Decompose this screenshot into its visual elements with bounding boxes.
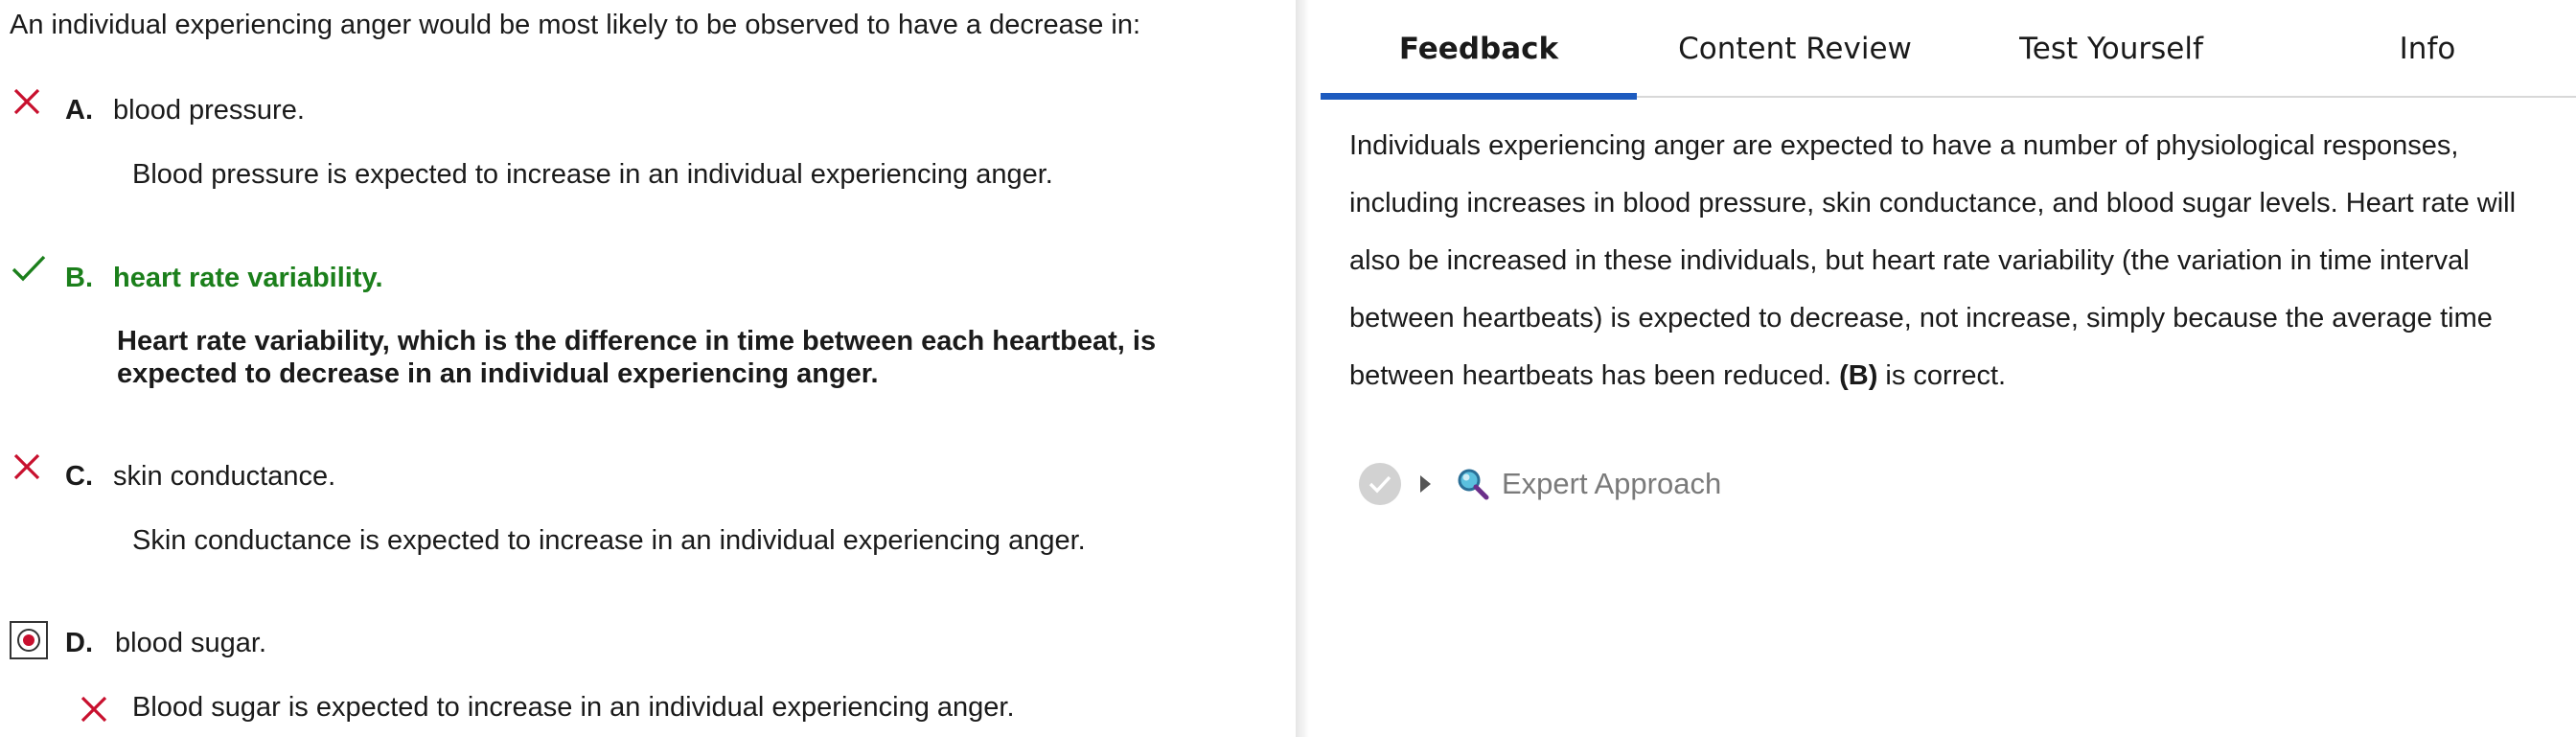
feedback-answer-ref: (B) [1839, 360, 1878, 391]
tab-test-yourself-label: Test Yourself [2019, 32, 2203, 66]
question-pane: An individual experiencing anger would b… [0, 0, 1296, 737]
option-a-letter: A. [65, 95, 93, 126]
tab-info[interactable]: Info [2269, 0, 2576, 98]
expert-approach-toggle[interactable]: Expert Approach [1359, 460, 1721, 508]
option-c-letter: C. [65, 461, 93, 492]
x-icon [75, 690, 113, 728]
question-stem: An individual experiencing anger would b… [10, 10, 1141, 40]
pane-divider[interactable] [1296, 0, 1309, 737]
radio-selected-icon[interactable] [10, 621, 48, 659]
option-d-letter: D. [65, 628, 93, 658]
feedback-pane: Feedback Content Review Test Yourself In… [1309, 0, 2576, 737]
tab-content-review[interactable]: Content Review [1637, 0, 1953, 98]
expert-approach-label[interactable]: Expert Approach [1502, 467, 1721, 501]
caret-right-icon[interactable] [1420, 475, 1431, 493]
option-d-explanation: Blood sugar is expected to increase in a… [132, 692, 1015, 723]
tab-info-label: Info [2399, 32, 2456, 66]
option-a-text[interactable]: blood pressure. [113, 95, 305, 127]
tab-feedback-label: Feedback [1398, 32, 1559, 66]
check-circle-icon [1359, 463, 1401, 505]
x-icon [8, 448, 46, 486]
feedback-explanation: Individuals experiencing anger are expec… [1349, 117, 2547, 404]
feedback-text-end: is correct. [1877, 360, 2007, 391]
x-icon [8, 82, 46, 121]
option-b-explanation: Heart rate variability, which is the dif… [117, 326, 1157, 389]
option-a-explanation: Blood pressure is expected to increase i… [132, 159, 1053, 190]
check-icon [10, 249, 48, 288]
tab-test-yourself[interactable]: Test Yourself [1953, 0, 2269, 98]
magnifier-icon [1456, 467, 1490, 501]
tab-feedback[interactable]: Feedback [1321, 0, 1637, 100]
tab-bar: Feedback Content Review Test Yourself In… [1321, 0, 2576, 100]
tab-content-review-label: Content Review [1678, 32, 1912, 66]
option-b-text[interactable]: heart rate variability. [113, 263, 383, 294]
option-b-letter: B. [65, 263, 93, 293]
option-c-explanation: Skin conductance is expected to increase… [132, 525, 1086, 556]
option-d-text[interactable]: blood sugar. [115, 628, 266, 659]
option-c-text[interactable]: skin conductance. [113, 461, 335, 493]
feedback-text: Individuals experiencing anger are expec… [1349, 130, 2517, 391]
active-tab-indicator [1321, 93, 1637, 100]
